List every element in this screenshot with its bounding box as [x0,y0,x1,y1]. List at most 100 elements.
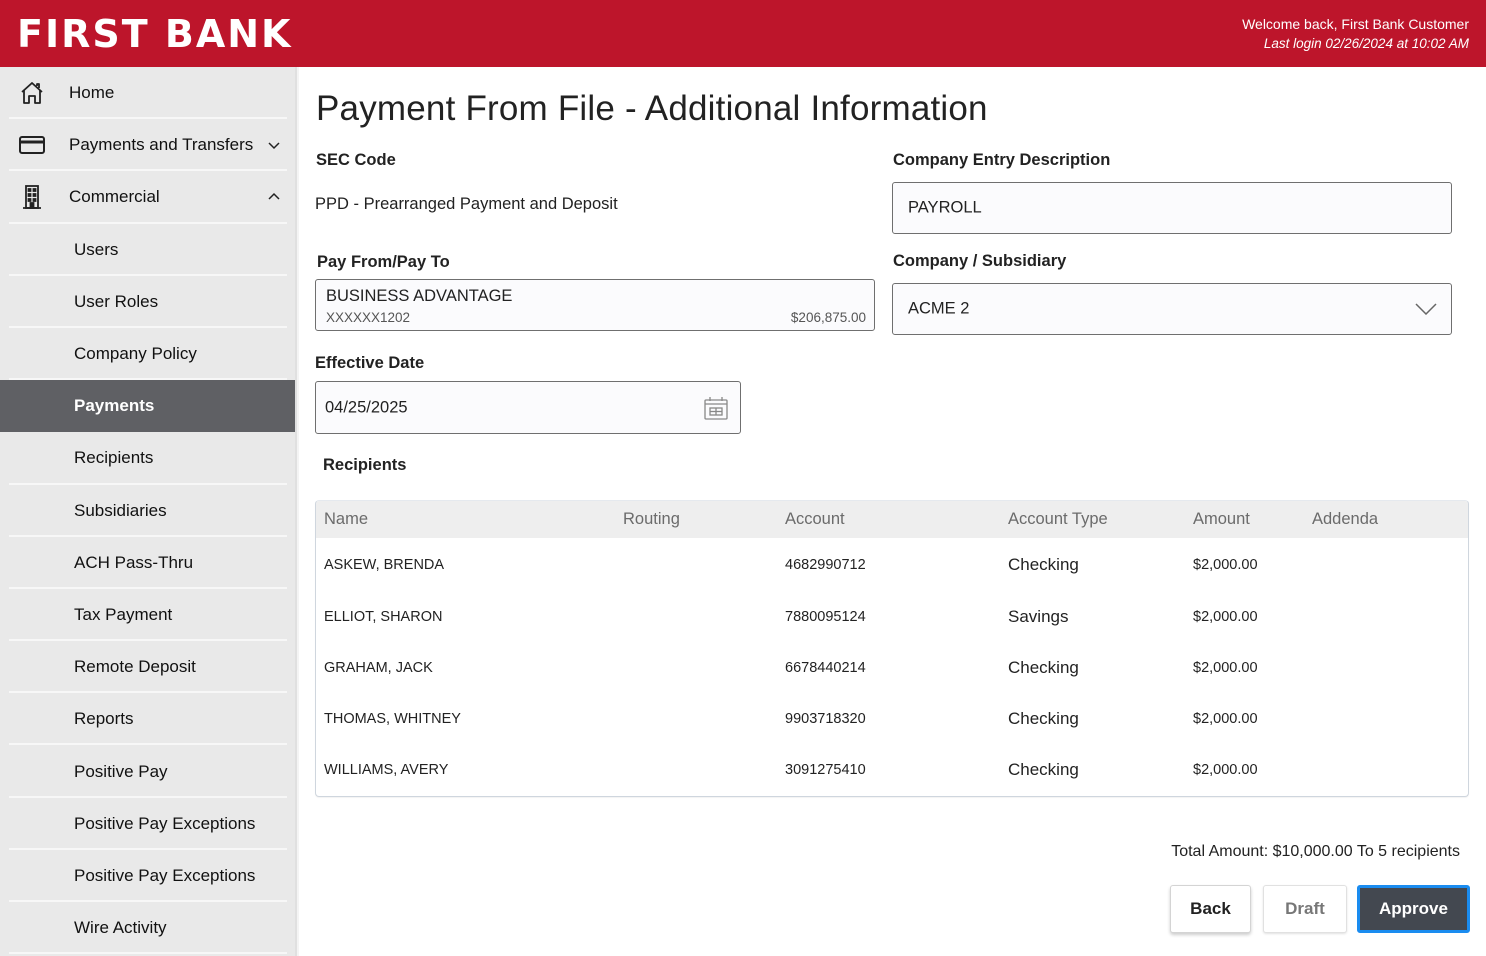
sidebar-item-company-policy[interactable]: Company Policy [0,328,297,381]
cell-name: GRAHAM, JACK [324,659,433,676]
cell-amount: $2,000.00 [1193,556,1258,573]
cell-name: WILLIAMS, AVERY [324,761,449,778]
draft-button[interactable]: Draft [1263,885,1347,933]
sidebar-item-label: Tax Payment [74,604,173,624]
sidebar-item-label: User Roles [74,291,159,311]
sidebar-item-label: Wire Activity [74,918,167,938]
sidebar-item-label: ACH Pass-Thru [74,552,194,572]
column-header-routing[interactable]: Routing [623,510,680,529]
home-icon [21,82,43,104]
cell-name: THOMAS, WHITNEY [324,710,461,727]
sidebar-item-reports[interactable]: Reports [0,693,297,746]
sidebar-item-tax-payment[interactable]: Tax Payment [0,589,297,642]
sidebar-item-label: Home [69,83,115,103]
welcome-message: Welcome back, First Bank Customer [1242,16,1469,32]
calendar-icon[interactable] [703,395,729,421]
sidebar-item-positive-pay-exceptions[interactable]: Positive Pay Exceptions [0,798,297,850]
recipients-label: Recipients [323,456,407,474]
approve-button[interactable]: Approve [1357,885,1470,933]
sidebar-item-commercial[interactable]: Commercial [0,171,297,224]
pay-from-balance: $206,875.00 [790,310,866,325]
sidebar-item-label: Company Policy [74,344,197,364]
table-row[interactable]: ASKEW, BRENDA 4682990712 Checking $2,000… [316,539,1468,590]
sidebar-item-label: Subsidiaries [74,500,167,520]
building-icon [23,185,41,210]
sidebar-item-ach-pass-thru[interactable]: ACH Pass-Thru [0,537,297,589]
effective-date-input[interactable]: 04/25/2025 [315,381,741,434]
sidebar-item-payments[interactable]: Payments [0,380,297,433]
chevron-up-icon[interactable] [267,192,281,202]
chevron-down-icon[interactable] [267,140,281,150]
sidebar-item-subsidiaries[interactable]: Subsidiaries [0,485,297,537]
cell-account: 7880095124 [785,608,866,625]
company-subsidiary-value: ACME 2 [908,299,970,318]
sidebar-item-label: Positive Pay Exceptions [74,813,256,833]
table-row[interactable]: GRAHAM, JACK 6678440214 Checking $2,000.… [316,642,1468,693]
sidebar-item-label: Commercial [69,187,160,207]
cell-amount: $2,000.00 [1193,761,1258,778]
sec-code-label: SEC Code [316,151,396,169]
table-header: Name Routing Account Account Type Amount… [316,501,1468,538]
pay-from-account-number: XXXXXX1202 [326,310,411,325]
sidebar-item-label: Recipients [74,448,154,468]
bank-logo[interactable]: FIRST BANK [17,12,293,56]
cell-name: ASKEW, BRENDA [324,556,445,573]
sidebar-item-positive-pay-exceptions-2[interactable]: Positive Pay Exceptions [0,850,297,902]
cell-account-type: Checking [1008,554,1079,574]
back-button[interactable]: Back [1170,885,1251,933]
cell-account: 3091275410 [785,761,866,778]
divider [9,952,287,955]
cell-account-type: Savings [1008,606,1069,626]
sidebar-item-label: Users [74,239,119,259]
cell-account-type: Checking [1008,708,1079,728]
pay-from-label: Pay From/Pay To [317,253,450,271]
cell-amount: $2,000.00 [1193,659,1258,676]
effective-date-value: 04/25/2025 [325,398,408,416]
company-entry-input[interactable]: PAYROLL [892,182,1452,234]
sidebar-item-payments-and-transfers[interactable]: Payments and Transfers [0,119,297,172]
sidebar-item-label: Payments and Transfers [69,135,254,155]
page-title: Payment From File - Additional Informati… [316,89,988,128]
pay-from-account-name: BUSINESS ADVANTAGE [326,287,513,305]
total-amount: Total Amount: $10,000.00 To 5 recipients [1171,843,1460,860]
sidebar-item-remote-deposit[interactable]: Remote Deposit [0,641,297,694]
main-content: Payment From File - Additional Informati… [300,67,1486,956]
column-header-account-type[interactable]: Account Type [1008,510,1108,529]
column-header-account[interactable]: Account [785,510,845,529]
sidebar-item-recipients[interactable]: Recipients [0,432,297,485]
sidebar-item-label: Reports [74,709,134,729]
sidebar-item-user-roles[interactable]: User Roles [0,276,297,328]
cell-amount: $2,000.00 [1193,608,1258,625]
cell-account: 4682990712 [785,556,866,573]
table-row[interactable]: WILLIAMS, AVERY 3091275410 Checking $2,0… [316,744,1468,795]
company-entry-label: Company Entry Description [893,151,1111,169]
chevron-down-icon [1415,303,1437,315]
sidebar-item-label: Remote Deposit [74,657,196,677]
card-icon [19,136,45,155]
company-subsidiary-label: Company / Subsidiary [893,252,1067,270]
sidebar-item-wire-activity[interactable]: Wire Activity [0,902,297,955]
cell-amount: $2,000.00 [1193,710,1258,727]
column-header-addenda[interactable]: Addenda [1312,510,1378,529]
last-login: Last login 02/26/2024 at 10:02 AM [1263,36,1469,51]
cell-account-type: Checking [1008,759,1079,779]
cell-account: 9903718320 [785,710,866,727]
recipients-table: Name Routing Account Account Type Amount… [315,500,1469,797]
company-subsidiary-select[interactable]: ACME 2 [892,283,1452,335]
sidebar-item-users[interactable]: Users [0,224,297,276]
cell-account-type: Checking [1008,657,1079,677]
column-header-name[interactable]: Name [324,510,368,529]
column-header-amount[interactable]: Amount [1193,510,1250,529]
sec-code-value: PPD - Prearranged Payment and Deposit [315,195,618,213]
pay-from-select[interactable]: BUSINESS ADVANTAGE XXXXXX1202 $206,875.0… [315,279,875,331]
sidebar-item-home[interactable]: Home [0,67,297,120]
table-row[interactable]: THOMAS, WHITNEY 9903718320 Checking $2,0… [316,693,1468,744]
table-row[interactable]: ELLIOT, SHARON 7880095124 Savings $2,000… [316,591,1468,642]
sidebar-item-label: Payments [74,396,155,416]
company-entry-value: PAYROLL [908,198,982,217]
sidebar-item-label: Positive Pay [74,761,168,781]
cell-account: 6678440214 [785,659,866,676]
top-header: FIRST BANK Welcome back, First Bank Cust… [0,0,1486,67]
sidebar-item-positive-pay[interactable]: Positive Pay [0,745,297,798]
welcome-block: Welcome back, First Bank Customer Last l… [1242,14,1469,54]
